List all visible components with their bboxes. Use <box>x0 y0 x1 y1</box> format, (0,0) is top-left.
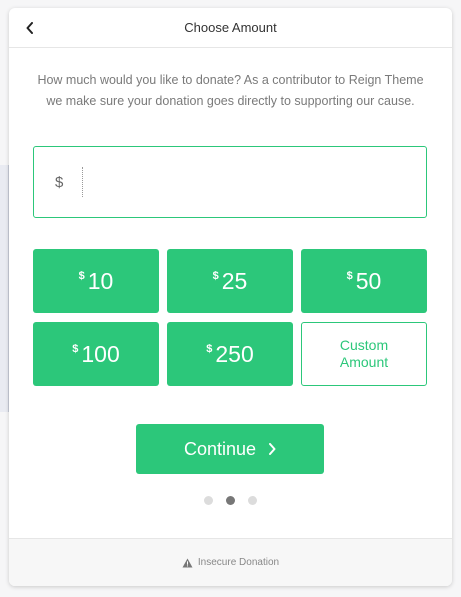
preset-amount-grid: $ 10 $ 25 $ 50 $ 100 $ 250 Custom Amount <box>33 249 427 386</box>
amount-25-button[interactable]: $ 25 <box>167 249 293 313</box>
chevron-left-icon <box>26 22 33 34</box>
amount-field[interactable]: $ <box>33 146 427 218</box>
step-pagination <box>9 496 452 505</box>
amount-100-button[interactable]: $ 100 <box>33 322 159 386</box>
donation-modal: Choose Amount How much would you like to… <box>9 8 452 586</box>
amount-currency: $ <box>346 270 353 282</box>
continue-label: Continue <box>183 438 257 459</box>
warning-icon <box>182 558 193 568</box>
amount-currency: $ <box>212 270 219 282</box>
amount-input[interactable] <box>82 167 402 197</box>
modal-title: Choose Amount <box>184 20 277 35</box>
amount-currency: $ <box>72 343 79 355</box>
chevron-right-icon <box>268 443 276 455</box>
amount-value: 100 <box>81 340 120 367</box>
amount-50-button[interactable]: $ 50 <box>301 249 427 313</box>
continue-button[interactable]: Continue <box>136 424 324 474</box>
amount-250-button[interactable]: $ 250 <box>167 322 293 386</box>
amount-value: 25 <box>221 267 248 294</box>
modal-header: Choose Amount <box>9 8 452 48</box>
amount-10-button[interactable]: $ 10 <box>33 249 159 313</box>
step-dot-3[interactable] <box>248 496 257 505</box>
modal-footer: Insecure Donation <box>9 538 452 586</box>
amount-value: 10 <box>87 267 114 294</box>
background-panel-edge <box>0 165 9 412</box>
amount-value: 50 <box>355 267 382 294</box>
currency-symbol: $ <box>55 174 64 191</box>
amount-currency: $ <box>78 270 85 282</box>
back-button[interactable] <box>21 18 39 38</box>
custom-amount-button[interactable]: Custom Amount <box>301 322 427 386</box>
amount-value: 250 <box>215 340 254 367</box>
step-dot-2[interactable] <box>226 496 235 505</box>
footer-status-text: Insecure Donation <box>197 557 280 568</box>
donation-description: How much would you like to donate? As a … <box>37 73 424 108</box>
step-dot-1[interactable] <box>204 496 213 505</box>
amount-currency: $ <box>206 343 213 355</box>
custom-amount-label: Custom Amount <box>339 337 389 370</box>
